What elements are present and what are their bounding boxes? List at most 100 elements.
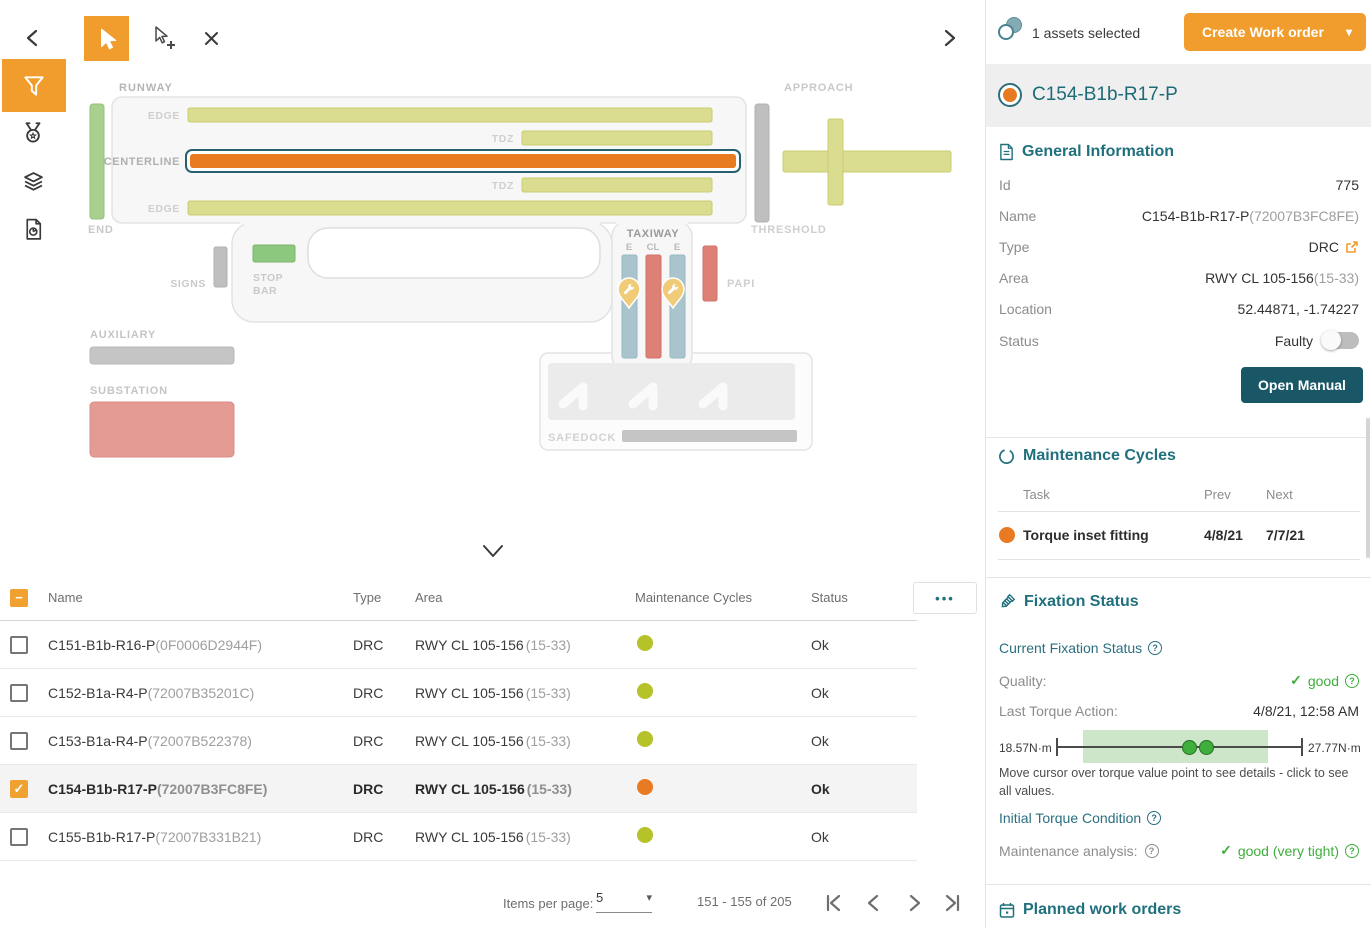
table-row[interactable]: C153-B1a-R4-P(72007B522378) DRC RWY CL 1… bbox=[0, 717, 917, 765]
section-divider bbox=[986, 437, 1371, 438]
help-icon[interactable]: ? bbox=[1145, 844, 1159, 858]
collapse-map-button[interactable] bbox=[477, 538, 509, 564]
approach-lights-vertical-bar[interactable] bbox=[828, 119, 843, 205]
name-value: C154-B1b-R17-P bbox=[1142, 208, 1249, 224]
asset-type: DRC bbox=[353, 637, 415, 653]
auxiliary-bar[interactable] bbox=[90, 347, 234, 364]
panel-scrollbar-thumb[interactable] bbox=[1366, 418, 1370, 558]
row-checkbox[interactable] bbox=[10, 828, 28, 846]
field-location: Location 52.44871, -1.74227 bbox=[999, 301, 1359, 317]
col-header-status[interactable]: Status bbox=[811, 590, 917, 605]
row-checkbox[interactable] bbox=[10, 732, 28, 750]
table-options-button[interactable]: ••• bbox=[913, 582, 977, 614]
planned-work-orders-title: Planned work orders bbox=[999, 901, 1181, 919]
table-row[interactable]: C152-B1a-R4-P(72007B35201C) DRC RWY CL 1… bbox=[0, 669, 917, 717]
selected-count-label: 1 assets selected bbox=[1032, 25, 1140, 41]
open-manual-button[interactable]: Open Manual bbox=[1241, 367, 1363, 403]
asset-type: DRC bbox=[353, 733, 415, 749]
tdz-lights-bar-top[interactable] bbox=[522, 131, 712, 145]
last-page-button[interactable] bbox=[940, 890, 966, 919]
chevron-down-icon bbox=[479, 541, 507, 561]
status-label: Status bbox=[999, 333, 1039, 349]
torque-value-point[interactable] bbox=[1182, 740, 1197, 755]
section-divider bbox=[986, 577, 1371, 578]
threshold-label: THRESHOLD bbox=[751, 224, 827, 236]
asset-area: RWY CL 105-156 bbox=[415, 733, 524, 749]
edge-lights-bar-bottom[interactable] bbox=[188, 201, 712, 215]
papi-bar[interactable] bbox=[703, 246, 717, 301]
name-serial: (72007B3FC8FE) bbox=[1249, 208, 1359, 224]
maintenance-cycles-title: Maintenance Cycles bbox=[998, 447, 1176, 465]
approach-lights-horizontal-bar[interactable] bbox=[783, 151, 951, 172]
create-work-order-button[interactable]: Create Work order ▾ bbox=[1184, 13, 1366, 51]
help-icon[interactable]: ? bbox=[1147, 811, 1161, 825]
calendar-icon bbox=[999, 902, 1015, 919]
table-row[interactable]: C155-B1b-R17-P(72007B331B21) DRC RWY CL … bbox=[0, 813, 917, 861]
papi-label: PAPI bbox=[727, 278, 755, 290]
caret-down-icon[interactable]: ▾ bbox=[1346, 25, 1352, 39]
last-torque-value: 4/8/21, 12:58 AM bbox=[1253, 703, 1359, 719]
prev-page-button[interactable] bbox=[861, 890, 887, 919]
maintenance-task-row[interactable] bbox=[999, 527, 1015, 548]
help-icon[interactable]: ? bbox=[1345, 844, 1359, 858]
substation-rect[interactable] bbox=[90, 402, 234, 457]
current-fixation-status-link[interactable]: Current Fixation Status ? bbox=[999, 640, 1162, 656]
initial-torque-condition-link[interactable]: Initial Torque Condition ? bbox=[999, 810, 1161, 826]
table-row-selected[interactable]: ✓ C154-B1b-R17-P(72007B3FC8FE) DRC RWY C… bbox=[0, 765, 917, 813]
asset-runway: (15-33) bbox=[526, 637, 571, 653]
runway-end-lights-bar[interactable] bbox=[90, 104, 104, 219]
col-header-area[interactable]: Area bbox=[415, 590, 635, 605]
first-page-icon bbox=[820, 890, 846, 916]
row-checkbox[interactable] bbox=[10, 684, 28, 702]
col-header-name[interactable]: Name bbox=[48, 590, 353, 605]
detail-panel: 1 assets selected Create Work order ▾ C1… bbox=[985, 0, 1371, 928]
col-header-type[interactable]: Type bbox=[353, 590, 415, 605]
asset-serial: (72007B3FC8FE) bbox=[157, 781, 268, 797]
help-icon[interactable]: ? bbox=[1345, 674, 1359, 688]
asset-name: C155-B1b-R17-P bbox=[48, 829, 155, 845]
asset-name: C152-B1a-R4-P bbox=[48, 685, 148, 701]
stop-bar[interactable] bbox=[253, 245, 295, 262]
check-icon: ✓ bbox=[1220, 842, 1232, 859]
asset-area: RWY CL 105-156 bbox=[415, 829, 524, 845]
items-per-page-value: 5 bbox=[596, 890, 603, 905]
cycle-icon bbox=[998, 448, 1015, 465]
general-info-title: General Information bbox=[999, 143, 1174, 161]
row-divider bbox=[998, 559, 1360, 560]
external-link-icon[interactable] bbox=[1345, 240, 1359, 254]
centerline-lights-bar-selected[interactable] bbox=[190, 154, 736, 168]
torque-value-point[interactable] bbox=[1199, 740, 1214, 755]
asset-header: C154-B1b-R17-P bbox=[986, 64, 1371, 127]
row-divider bbox=[998, 511, 1360, 512]
tdz-lights-bar-bottom[interactable] bbox=[522, 178, 712, 192]
field-area: Area RWY CL 105-156(15-33) bbox=[999, 270, 1359, 286]
asset-status: Ok bbox=[811, 781, 917, 797]
stop-bar-label-line1: STOP bbox=[253, 272, 283, 284]
quality-value: good bbox=[1308, 673, 1339, 689]
select-all-checkbox[interactable]: − bbox=[10, 589, 28, 607]
taxiway-e-label-right: E bbox=[674, 242, 680, 253]
last-torque-label: Last Torque Action: bbox=[999, 703, 1118, 719]
threshold-bar[interactable] bbox=[755, 104, 769, 222]
taxiway-centerline-bar[interactable] bbox=[646, 255, 661, 358]
check-icon: ✓ bbox=[1290, 672, 1302, 689]
faulty-toggle[interactable] bbox=[1323, 332, 1359, 349]
torque-max-label: 27.77N·m bbox=[1308, 741, 1361, 755]
torque-hint-text: Move cursor over torque value point to s… bbox=[999, 764, 1355, 800]
asset-runway: (15-33) bbox=[526, 733, 571, 749]
edge-lights-bar-top[interactable] bbox=[188, 108, 712, 122]
safedock-bar[interactable] bbox=[622, 430, 797, 442]
maintenance-status-dot bbox=[637, 635, 653, 651]
row-checkbox[interactable] bbox=[10, 636, 28, 654]
col-header-maintenance[interactable]: Maintenance Cycles bbox=[635, 590, 811, 605]
first-page-button[interactable] bbox=[820, 890, 846, 919]
table-row[interactable]: C151-B1b-R16-P(0F0006D2944F) DRC RWY CL … bbox=[0, 621, 917, 669]
asset-area: RWY CL 105-156 bbox=[415, 781, 525, 797]
taxiway-cl-label: CL bbox=[647, 242, 660, 253]
taxiway-e-label-left: E bbox=[626, 242, 632, 253]
items-per-page-select[interactable]: 5 ▾ bbox=[596, 890, 652, 913]
signs-bar[interactable] bbox=[214, 247, 227, 287]
next-page-button[interactable] bbox=[901, 890, 927, 919]
help-icon[interactable]: ? bbox=[1148, 641, 1162, 655]
row-checkbox-checked[interactable]: ✓ bbox=[10, 780, 28, 798]
